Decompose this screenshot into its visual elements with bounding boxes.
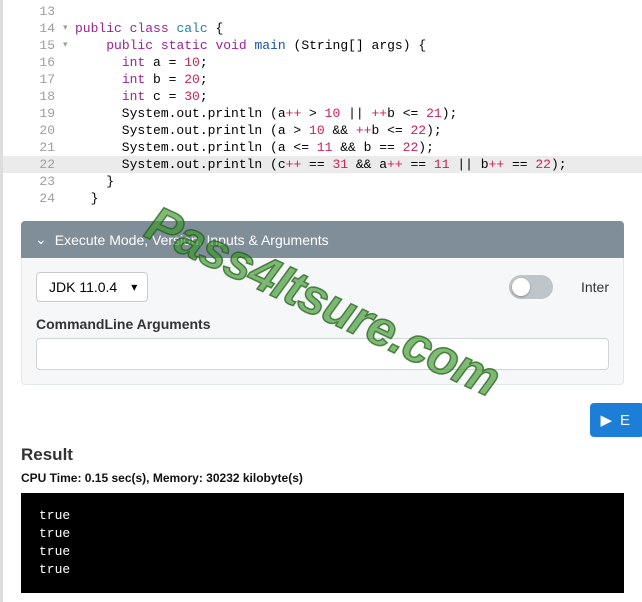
code-line[interactable]: 24 }	[3, 190, 642, 207]
code-text: System.out.println (a++ > 10 || ++b <= 2…	[75, 105, 457, 122]
line-number: 16	[3, 54, 63, 71]
play-icon: ▶	[600, 411, 612, 429]
line-number: 20	[3, 122, 63, 139]
chevron-down-icon: ⌄	[35, 231, 47, 248]
code-line[interactable]: 14▾public class calc {	[3, 20, 642, 37]
code-line[interactable]: 17 int b = 20;	[3, 71, 642, 88]
fold-icon[interactable]: ▾	[63, 20, 75, 37]
line-number: 19	[3, 105, 63, 122]
code-line[interactable]: 23 }	[3, 173, 642, 190]
code-line[interactable]: 16 int a = 10;	[3, 54, 642, 71]
line-number: 22	[3, 156, 63, 173]
code-text: System.out.println (c++ == 31 && a++ == …	[75, 156, 567, 173]
line-number: 14	[3, 20, 63, 37]
line-number: 13	[3, 3, 63, 20]
execute-button-label: E	[620, 412, 630, 429]
code-line[interactable]: 19 System.out.println (a++ > 10 || ++b <…	[3, 105, 642, 122]
code-text: }	[75, 173, 114, 190]
interactive-toggle[interactable]	[509, 275, 553, 299]
line-number: 21	[3, 139, 63, 156]
code-line[interactable]: 18 int c = 30;	[3, 88, 642, 105]
code-text: public class calc {	[75, 20, 223, 37]
cpu-time-label: CPU Time: 0.15 sec(s), Memory: 30232 kil…	[21, 471, 624, 485]
line-number: 18	[3, 88, 63, 105]
line-number: 23	[3, 173, 63, 190]
code-text: int a = 10;	[75, 54, 208, 71]
code-text: public static void main (String[] args) …	[75, 37, 426, 54]
console-output: true true true true	[21, 493, 624, 593]
settings-panel-header[interactable]: ⌄ Execute Mode, Version, Inputs & Argume…	[21, 221, 624, 258]
code-text: System.out.println (a > 10 && ++b <= 22)…	[75, 122, 442, 139]
panel-title: Execute Mode, Version, Inputs & Argument…	[55, 232, 329, 248]
code-line[interactable]: 13	[3, 3, 642, 20]
code-line[interactable]: 15▾ public static void main (String[] ar…	[3, 37, 642, 54]
jdk-select[interactable]: JDK 11.0.4	[36, 272, 148, 302]
code-line[interactable]: 20 System.out.println (a > 10 && ++b <= …	[3, 122, 642, 139]
code-editor[interactable]: 1314▾public class calc {15▾ public stati…	[3, 0, 642, 207]
jdk-select-value: JDK 11.0.4	[49, 279, 117, 295]
cla-label: CommandLine Arguments	[36, 316, 609, 332]
line-number: 17	[3, 71, 63, 88]
settings-panel-body: JDK 11.0.4 Inter CommandLine Arguments	[21, 258, 624, 385]
code-line[interactable]: 21 System.out.println (a <= 11 && b == 2…	[3, 139, 642, 156]
line-number: 15	[3, 37, 63, 54]
code-text: System.out.println (a <= 11 && b == 22);	[75, 139, 434, 156]
code-text: int b = 20;	[75, 71, 208, 88]
code-text: int c = 30;	[75, 88, 208, 105]
interactive-toggle-label: Inter	[581, 279, 609, 295]
fold-icon[interactable]: ▾	[63, 37, 75, 54]
code-text: }	[75, 190, 98, 207]
line-number: 24	[3, 190, 63, 207]
cla-input[interactable]	[36, 338, 609, 370]
execute-button[interactable]: ▶ E	[590, 403, 642, 437]
result-heading: Result	[21, 445, 624, 465]
code-line[interactable]: 22 System.out.println (c++ == 31 && a++ …	[3, 156, 642, 173]
